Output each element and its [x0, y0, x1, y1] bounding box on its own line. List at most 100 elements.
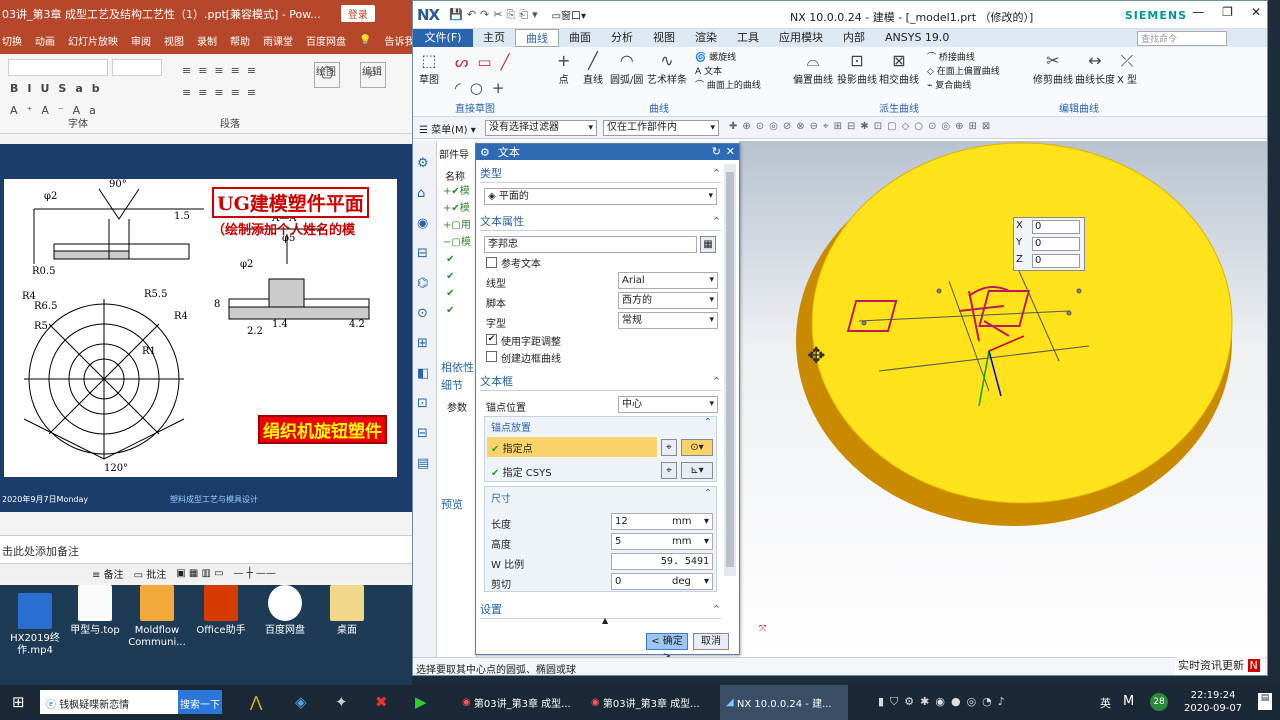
type-filter-select[interactable]: 没有选择过滤器 [485, 120, 597, 136]
text-input[interactable]: 李邦忠 [484, 236, 697, 253]
action-center-icon[interactable]: ▤ [1258, 693, 1272, 710]
tab-analysis[interactable]: 分析 [601, 29, 643, 47]
font-name-box[interactable] [8, 59, 108, 76]
x-form-button[interactable]: ⤫ X 型 [1117, 51, 1137, 86]
app-icon-3[interactable]: ✦ [335, 693, 348, 711]
spline-button[interactable]: ∿ 艺术样条 [647, 51, 687, 86]
length-input[interactable]: 12 mm ▾ [611, 513, 713, 530]
sketch-button[interactable]: ⬚ 草图 [419, 51, 439, 86]
tab-review[interactable]: 审阅 [131, 33, 151, 48]
tab-ansys[interactable]: ANSYS 19.0 [875, 29, 959, 47]
tab-rainclass[interactable]: 雨课堂 [263, 33, 293, 48]
app-icon-5[interactable]: ▶ [415, 693, 427, 711]
line-button[interactable]: ╱ 直线 [583, 51, 603, 86]
collapse-icon[interactable]: ⌃ [704, 417, 712, 428]
curve-length-button[interactable]: ↔ 曲线长度 [1075, 51, 1115, 86]
notes-pane[interactable]: 击此处添加备注 [0, 535, 412, 563]
minimize-button[interactable]: — [1192, 5, 1204, 19]
close-button[interactable]: ✕ [1251, 5, 1261, 19]
type-section[interactable]: 类型 ⌃ [480, 166, 721, 183]
search-button[interactable]: 搜索一下 [178, 690, 222, 714]
news-widget[interactable]: 实时资讯更新 N [1175, 655, 1265, 675]
script-select[interactable]: 西方的 [618, 292, 718, 309]
bridge-curve-button[interactable]: ⌒ 桥接曲线 [927, 51, 1000, 65]
shear-input[interactable]: 0 deg ▾ [611, 573, 713, 590]
dialog-close-icon[interactable]: ✕ [726, 145, 735, 158]
point-button[interactable]: + 点 [557, 51, 570, 86]
command-search-input[interactable]: 查找命令 [1137, 31, 1227, 46]
ref-text-checkbox[interactable] [486, 257, 497, 268]
sketch-tools-icons[interactable]: ᔕ▭╱ [455, 53, 519, 71]
helix-button[interactable]: 🌀 螺旋线 [695, 51, 761, 65]
point-type-select[interactable]: ⊙▾ [681, 439, 713, 456]
gear-icon[interactable]: ⚙ [480, 146, 490, 159]
composite-curve-button[interactable]: ⌁ 复合曲线 [927, 79, 1000, 93]
slide-canvas[interactable]: φ2 90° 1.5 R0.5 R4 R6.5 R5.5 R4 R5 R1 120° A—A φ… [4, 179, 397, 477]
sketch-tools-icons-2[interactable]: ◜○+ [455, 79, 513, 97]
y-coord-input[interactable]: 0 [1032, 237, 1080, 251]
tray-icons[interactable]: ▮⛉⚙✱◉●◎◔♪ [878, 695, 1011, 709]
menu-button[interactable]: ☰ 菜单(M) ▾ [419, 121, 476, 136]
taskbar-app-ppt-2[interactable]: ◉ 第03讲_第3章 成型... [585, 685, 715, 720]
zoom-slider[interactable]: — ┼ —— [234, 568, 276, 579]
height-input[interactable]: 5 mm ▾ [611, 533, 713, 550]
kerning-checkbox[interactable]: ✔ [486, 334, 497, 345]
specify-csys-row[interactable]: ✔ 指定 CSYS [491, 464, 552, 479]
tab-home[interactable]: 主页 [473, 29, 515, 47]
text-options-button[interactable]: ▦ [700, 236, 716, 253]
offset-on-face-button[interactable]: ◇ 在面上偏置曲线 [927, 65, 1000, 79]
offset-curve-button[interactable]: ⌓ 偏置曲线 [793, 51, 833, 86]
anchor-select[interactable]: 中心 [618, 396, 718, 413]
snap-point-icons[interactable]: ✚⊕⊙◎⊘⊗⊖⌖⊞⊟✱⊡▢◇○⊙◎⊕⊞⊠ [729, 121, 995, 132]
tab-curve[interactable]: 曲线 [515, 29, 559, 47]
font-size-box[interactable] [112, 59, 162, 76]
tab-tellme[interactable]: 告诉我 [384, 33, 412, 48]
more-icon[interactable]: ▲ [602, 616, 608, 625]
reset-icon[interactable]: ↻ [712, 145, 721, 158]
tab-internal[interactable]: 内部 [833, 29, 875, 47]
comments-button[interactable]: ▭ 批注 [134, 566, 167, 581]
window-menu[interactable]: ▭窗口▾ [552, 7, 586, 22]
tab-slideshow[interactable]: 幻灯片放映 [68, 33, 118, 48]
app-icon-4[interactable]: ✖ [375, 693, 388, 711]
desktop-icon-baidu[interactable]: 百度网盘 [250, 585, 320, 637]
taskbar-app-ppt-1[interactable]: ◉ 第03讲_第3章 成型... [456, 685, 581, 720]
text-frame-section[interactable]: 文本框 ⌃ [480, 374, 721, 391]
x-coord-input[interactable]: 0 [1032, 220, 1080, 234]
taskbar-app-nx[interactable]: ◢ NX 10.0.0.24 - 建... [720, 685, 848, 720]
style-select[interactable]: 常规 [618, 312, 718, 329]
tab-render[interactable]: 渲染 [685, 29, 727, 47]
align-buttons[interactable]: ≡≡≡≡≡ [182, 86, 263, 99]
tab-help[interactable]: 帮助 [230, 33, 250, 48]
cancel-button[interactable]: 取消 [693, 633, 729, 650]
paragraph-buttons[interactable]: ≡≡≡≡≡ [182, 64, 263, 77]
desktop-icon-file[interactable]: 甲型与.top [60, 585, 130, 637]
language-indicator[interactable]: 英 [1100, 695, 1111, 711]
ok-button[interactable]: < 确定 > [646, 633, 688, 662]
tab-file[interactable]: 文件(F) [413, 29, 473, 47]
point-dialog-button[interactable]: ⌖ [661, 439, 677, 456]
windows-start-icon[interactable]: ⊞ [12, 693, 25, 711]
z-coord-input[interactable]: 0 [1032, 254, 1080, 268]
preview-panel[interactable]: 预览 [441, 496, 463, 512]
project-curve-button[interactable]: ⊡ 投影曲线 [837, 51, 877, 86]
frame-checkbox[interactable] [486, 351, 497, 362]
notes-button[interactable]: ≡ 备注 [92, 566, 124, 581]
tab-surface[interactable]: 曲面 [559, 29, 601, 47]
csys-type-select[interactable]: ⊾▾ [681, 462, 713, 479]
csys-dialog-button[interactable]: ⌖ [661, 462, 677, 479]
app-icon-2[interactable]: ◈ [295, 693, 307, 711]
dialog-scrollbar[interactable] [724, 164, 736, 576]
app-icon-1[interactable]: ⋀ [250, 693, 262, 711]
font-select[interactable]: Arial [618, 272, 718, 289]
desktop-icon-folder[interactable]: 桌面 [312, 585, 382, 637]
curve-on-surface-button[interactable]: ⌒ 曲面上的曲线 [695, 79, 761, 93]
arc-button[interactable]: ◠ 圆弧/圆 [610, 51, 643, 86]
settings-section[interactable]: 设置 ⌃ [480, 602, 721, 619]
dependency-panel[interactable]: 相依性 [441, 359, 474, 375]
text-button[interactable]: A 文本 [695, 65, 761, 79]
text-properties-section[interactable]: 文本属性 ⌃ [480, 214, 721, 231]
maximize-button[interactable]: ❐ [1222, 5, 1233, 19]
graphics-window[interactable]: ✥ ⤧ X 0 Y 0 Z 0 [739, 141, 1267, 657]
desktop-icon-moldflow[interactable]: Moldflow Communi... [122, 585, 192, 649]
